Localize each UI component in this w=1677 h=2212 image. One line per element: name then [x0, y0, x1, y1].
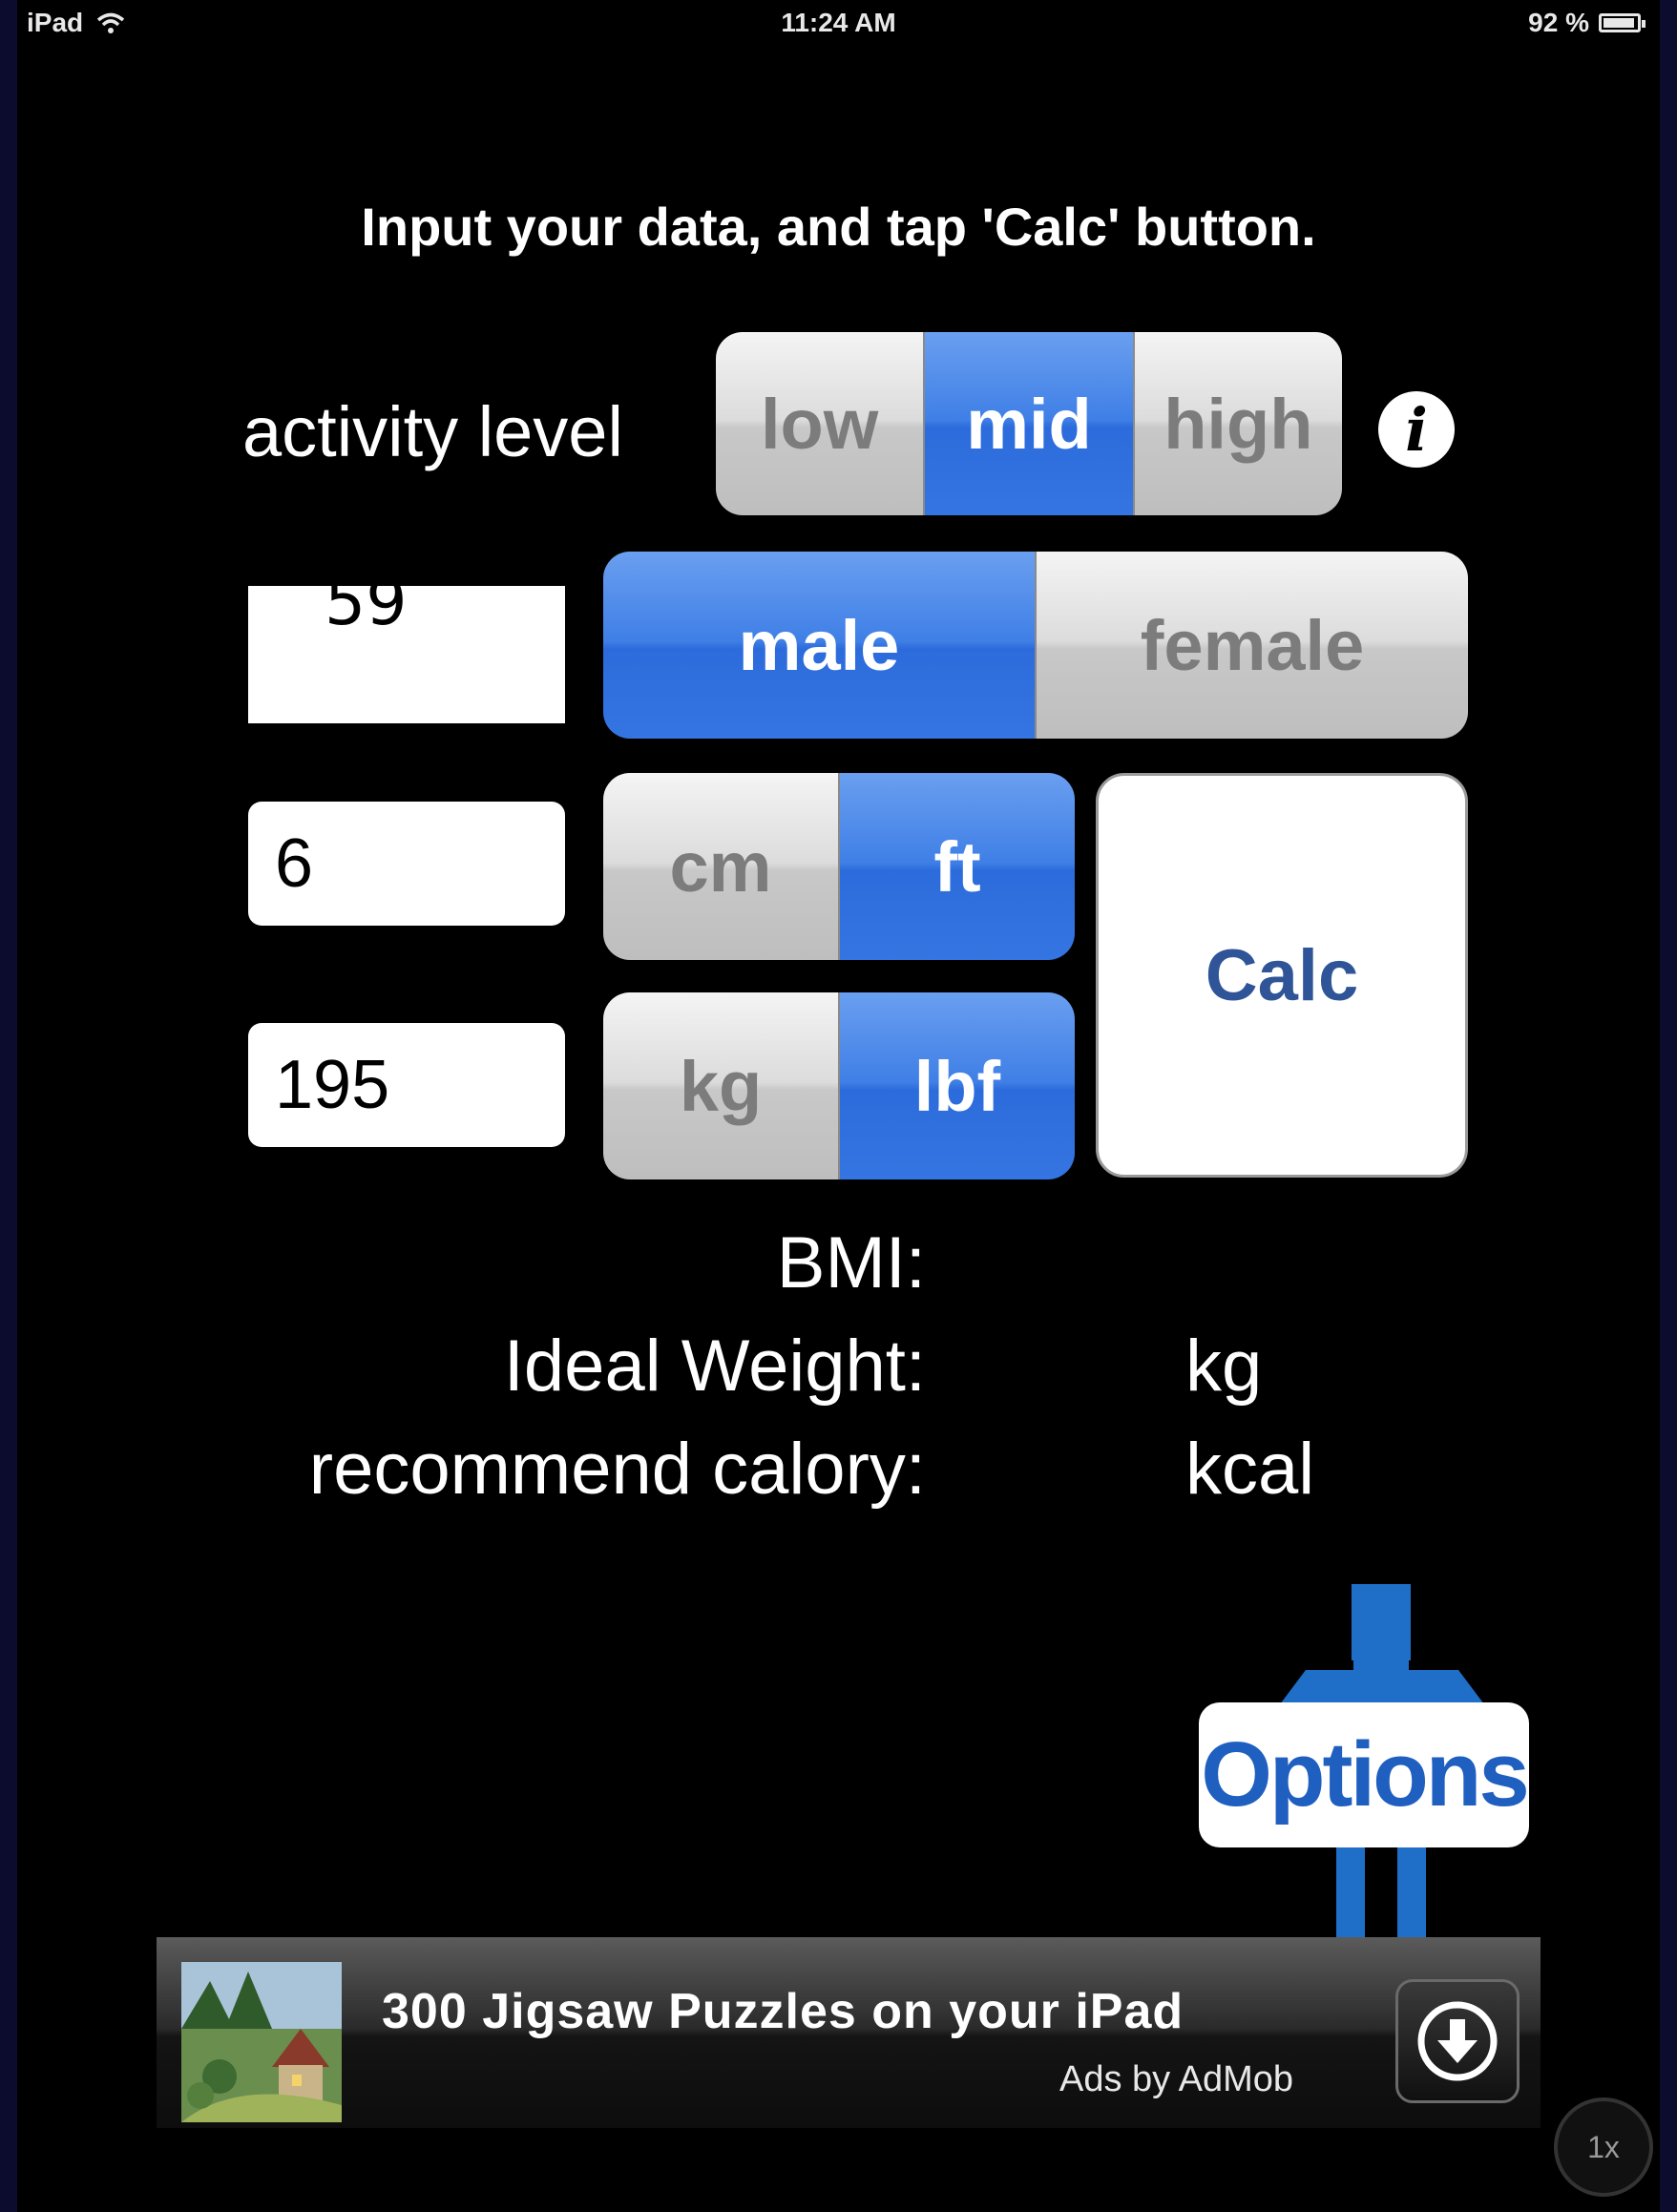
height-field[interactable]: 6	[248, 802, 565, 926]
weight-unit-selector: kg lbf	[603, 992, 1075, 1179]
gender-male-option[interactable]: male	[603, 552, 1037, 739]
gender-female-option[interactable]: female	[1037, 552, 1468, 739]
activity-level-selector: low mid high	[716, 332, 1342, 515]
download-button[interactable]	[1395, 1979, 1520, 2103]
height-unit-cm-option[interactable]: cm	[603, 773, 840, 960]
activity-high-option[interactable]: high	[1134, 332, 1342, 515]
ideal-weight-label: Ideal Weight:	[503, 1325, 926, 1407]
activity-low-option[interactable]: low	[716, 332, 926, 515]
age-value: 59	[325, 565, 408, 640]
calory-unit: kcal	[1185, 1429, 1315, 1510]
height-unit-ft-option[interactable]: ft	[840, 773, 1075, 960]
calc-button[interactable]: Calc	[1096, 773, 1468, 1178]
download-icon	[1417, 2001, 1498, 2081]
zoom-toggle-button[interactable]: 1x	[1554, 2097, 1653, 2197]
ad-provider: Ads by AdMob	[1059, 2059, 1294, 2099]
app-screen: iPad 11:24 AM 92 % Input your data, and …	[17, 0, 1660, 2212]
ad-banner[interactable]: 300 Jigsaw Puzzles on your iPad Ads by A…	[157, 1937, 1541, 2128]
clock: 11:24 AM	[781, 8, 896, 37]
info-icon[interactable]: i	[1378, 391, 1455, 468]
calory-label: recommend calory:	[308, 1429, 926, 1510]
weight-unit-kg-option[interactable]: kg	[603, 992, 840, 1179]
bmi-label: BMI:	[776, 1222, 926, 1304]
status-bar: iPad 11:24 AM 92 %	[17, 0, 1660, 48]
weight-unit-lbf-option[interactable]: lbf	[840, 992, 1075, 1179]
age-field[interactable]: 59	[248, 565, 565, 723]
activity-mid-option[interactable]: mid	[925, 332, 1135, 515]
battery-icon	[1599, 13, 1646, 32]
weight-field[interactable]: 195	[248, 1023, 565, 1147]
ideal-weight-unit: kg	[1185, 1325, 1263, 1407]
instruction-text: Input your data, and tap 'Calc' button.	[361, 197, 1316, 257]
options-button[interactable]: Options	[1199, 1702, 1530, 1847]
ad-thumbnail-image	[181, 1962, 342, 2122]
activity-level-label: activity level	[242, 392, 623, 471]
battery-percent: 92 %	[1528, 8, 1589, 37]
height-unit-selector: cm ft	[603, 773, 1075, 960]
gender-selector: male female	[603, 552, 1468, 739]
ad-title: 300 Jigsaw Puzzles on your iPad	[382, 1984, 1184, 2039]
